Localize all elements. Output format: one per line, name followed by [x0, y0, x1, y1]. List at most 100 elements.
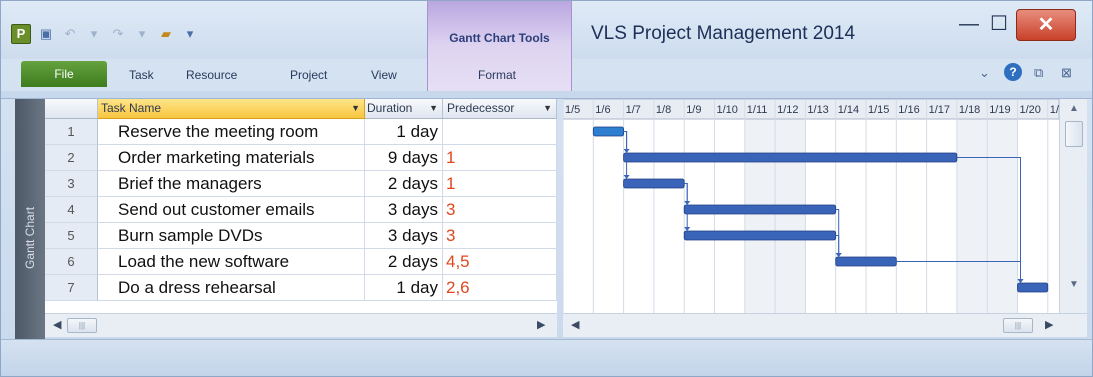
close-document-icon[interactable]: ⊠ — [1061, 65, 1072, 81]
task-row[interactable]: 4 Send out customer emails 3 days 3 — [45, 197, 557, 223]
task-bar — [835, 256, 897, 267]
tab-format[interactable]: Format — [478, 68, 516, 82]
row-id[interactable]: 3 — [45, 171, 98, 197]
gantt-chart-canvas: 1/5 1/6 1/7 1/8 1/9 1/10 1/11 1/12 1/13 1/14 1/15 1… — [563, 99, 1059, 313]
vertical-scroll-thumb[interactable] — [1065, 121, 1083, 147]
row-id[interactable]: 2 — [45, 145, 98, 171]
minimize-ribbon-icon[interactable]: ⌄ — [979, 65, 990, 81]
nonworking-day-shade — [744, 119, 776, 313]
task-name-cell[interactable]: Load the new software — [98, 249, 365, 275]
timescale-date-label: 1/8 — [656, 104, 671, 116]
gantt-horizontal-scrollbar[interactable]: ◀ ||| ▶ — [563, 313, 1087, 337]
task-name-filter-icon[interactable]: ▼ — [351, 99, 360, 118]
grid-horizontal-scrollbar[interactable]: ◀ ||| ▶ — [45, 313, 557, 337]
predecessor-filter-icon[interactable]: ▼ — [543, 99, 552, 118]
timescale-date-label: 1/20 — [1020, 104, 1041, 116]
help-icon[interactable]: ? — [1004, 63, 1022, 81]
task-bar — [623, 152, 958, 163]
duration-cell[interactable]: 2 days — [365, 249, 443, 275]
column-header-task-name[interactable]: Task Name ▼ — [98, 99, 365, 119]
duration-cell[interactable]: 3 days — [365, 223, 443, 249]
nonworking-day-shade — [775, 119, 806, 313]
grid-scroll-thumb[interactable]: ||| — [67, 318, 97, 333]
task-row[interactable]: 5 Burn sample DVDs 3 days 3 — [45, 223, 557, 249]
predecessor-cell[interactable] — [443, 119, 557, 145]
task-row[interactable]: 2 Order marketing materials 9 days 1 — [45, 145, 557, 171]
row-id[interactable]: 1 — [45, 119, 98, 145]
gantt-vertical-scrollbar[interactable]: ▲ ▼ — [1059, 99, 1087, 313]
dependency-arrowhead — [623, 175, 630, 179]
predecessor-header-label: Predecessor — [447, 101, 515, 115]
task-name-header-label: Task Name — [101, 101, 162, 115]
duration-cell[interactable]: 1 day — [365, 275, 443, 301]
scroll-down-icon[interactable]: ▼ — [1064, 279, 1084, 290]
context-tab-title: Gantt Chart Tools — [449, 31, 550, 45]
task-name-cell[interactable]: Burn sample DVDs — [98, 223, 365, 249]
task-name-cell[interactable]: Send out customer emails — [98, 197, 365, 223]
scroll-up-icon[interactable]: ▲ — [1064, 103, 1084, 114]
redo-icon[interactable]: ↷ — [109, 26, 127, 42]
tab-view[interactable]: View — [371, 68, 397, 82]
duration-cell[interactable]: 9 days — [365, 145, 443, 171]
close-button[interactable]: ✕ — [1016, 9, 1076, 41]
gantt-scroll-thumb[interactable]: ||| — [1003, 318, 1033, 333]
task-name-cell[interactable]: Brief the managers — [98, 171, 365, 197]
tab-task[interactable]: Task — [129, 68, 154, 82]
task-bar — [683, 204, 837, 215]
gantt-scroll-left-icon[interactable]: ◀ — [571, 318, 579, 331]
timescale-date-label: 1/13 — [807, 104, 828, 116]
gantt-scroll-right-icon[interactable]: ▶ — [1045, 318, 1053, 331]
tab-file[interactable]: File — [21, 61, 107, 87]
row-id[interactable]: 4 — [45, 197, 98, 223]
row-id[interactable]: 7 — [45, 275, 98, 301]
minimize-button[interactable]: — — [956, 9, 982, 41]
nonworking-day-shade — [956, 119, 988, 313]
duration-cell[interactable]: 1 day — [365, 119, 443, 145]
redo-dropdown-icon[interactable]: ▾ — [133, 26, 151, 42]
dependency-arrowhead — [835, 253, 842, 257]
timescale-date-label: 1/12 — [777, 104, 798, 116]
task-grid: Task Name ▼ Duration ▼ Predecessor ▼ 1 Re… — [45, 99, 557, 313]
task-name-cell[interactable]: Reserve the meeting room — [98, 119, 365, 145]
predecessor-cell[interactable]: 1 — [443, 145, 557, 171]
app-logo-icon[interactable]: P — [11, 24, 31, 44]
predecessor-cell[interactable]: 1 — [443, 171, 557, 197]
save-icon[interactable]: ▣ — [37, 26, 55, 42]
predecessor-cell[interactable]: 3 — [443, 197, 557, 223]
view-bar-label: Gantt Chart — [23, 206, 37, 269]
view-bar[interactable]: Gantt Chart — [15, 99, 45, 339]
task-row[interactable]: 7 Do a dress rehearsal 1 day 2,6 — [45, 275, 557, 301]
tab-resource[interactable]: Resource — [186, 68, 237, 82]
grid-scroll-left-icon[interactable]: ◀ — [53, 318, 61, 331]
task-row[interactable]: 1 Reserve the meeting room 1 day — [45, 119, 557, 145]
undo-icon[interactable]: ↶ — [61, 26, 79, 42]
task-name-cell[interactable]: Order marketing materials — [98, 145, 365, 171]
predecessor-cell[interactable]: 4,5 — [443, 249, 557, 275]
gantt-chart[interactable]: 1/5 1/6 1/7 1/8 1/9 1/10 1/11 1/12 1/13 1/14 1/15 1… — [563, 99, 1059, 313]
row-id[interactable]: 6 — [45, 249, 98, 275]
predecessor-cell[interactable]: 3 — [443, 223, 557, 249]
status-bar — [1, 339, 1092, 376]
maximize-button[interactable]: ☐ — [986, 9, 1012, 41]
predecessor-cell[interactable]: 2,6 — [443, 275, 557, 301]
duration-filter-icon[interactable]: ▼ — [429, 99, 438, 118]
grid-scroll-right-icon[interactable]: ▶ — [537, 318, 545, 331]
folder-icon[interactable]: ▰ — [157, 26, 175, 42]
row-id[interactable]: 5 — [45, 223, 98, 249]
select-all-corner[interactable] — [45, 99, 98, 119]
task-row[interactable]: 6 Load the new software 2 days 4,5 — [45, 249, 557, 275]
task-name-cell[interactable]: Do a dress rehearsal — [98, 275, 365, 301]
column-header-duration[interactable]: Duration ▼ — [365, 99, 443, 119]
task-bar — [592, 126, 624, 137]
tab-project[interactable]: Project — [290, 68, 327, 82]
restore-window-icon[interactable]: ⧉ — [1034, 65, 1043, 81]
ribbon-collapsed-area — [1, 91, 1092, 99]
column-header-predecessor[interactable]: Predecessor ▼ — [443, 99, 557, 119]
window-title: VLS Project Management 2014 — [591, 23, 856, 44]
undo-dropdown-icon[interactable]: ▾ — [85, 26, 103, 42]
duration-cell[interactable]: 2 days — [365, 171, 443, 197]
duration-cell[interactable]: 3 days — [365, 197, 443, 223]
task-row[interactable]: 3 Brief the managers 2 days 1 — [45, 171, 557, 197]
customize-qat-icon[interactable]: ▾ — [181, 26, 199, 42]
task-bar — [683, 230, 837, 241]
